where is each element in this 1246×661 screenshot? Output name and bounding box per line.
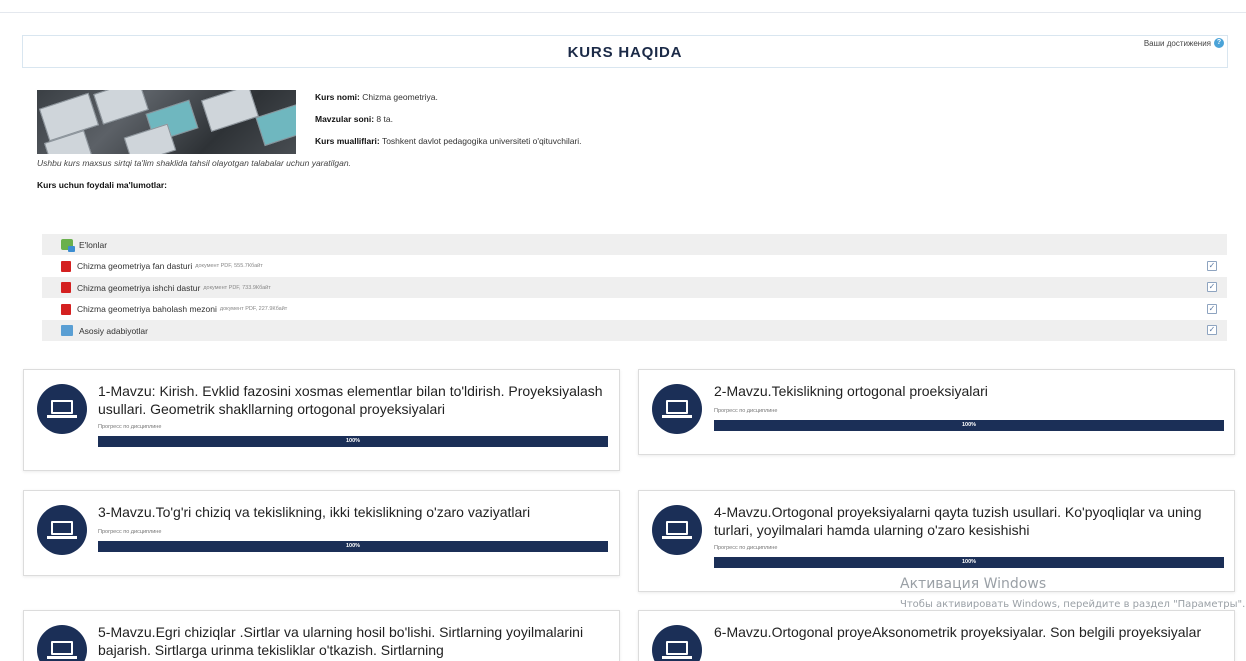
laptop-icon-badge xyxy=(37,505,87,555)
topic-title[interactable]: 1-Mavzu: Kirish. Evklid fazosini xosmas … xyxy=(98,382,613,418)
useful-info-title: Kurs uchun foydali ma'lumotlar: xyxy=(37,180,168,190)
resource-label[interactable]: Chizma geometriya ishchi dastur xyxy=(77,283,200,293)
course-header: KURS HAQIDA xyxy=(22,35,1228,68)
resource-fan-dasturi[interactable]: Chizma geometriya fan dasturi документ P… xyxy=(42,256,1227,277)
progress-label: Прогресс по дисциплине xyxy=(98,424,162,430)
authors-value: Toshkent davlot pedagogika universiteti … xyxy=(381,136,582,146)
topics-count-row: Mavzular soni: 8 ta. xyxy=(315,114,393,124)
resource-asosiy-adabiyotlar[interactable]: Asosiy adabiyotlar ✓ xyxy=(42,320,1227,341)
resource-meta: документ PDF, 555.7Кбайт xyxy=(195,263,263,269)
progress-label: Прогресс по дисциплине xyxy=(714,408,778,414)
topics-count-value: 8 ta. xyxy=(376,114,393,124)
authors-label: Kurs mualliflari: xyxy=(315,136,380,146)
course-image xyxy=(37,90,296,154)
forum-icon xyxy=(61,239,75,252)
page-title: KURS HAQIDA xyxy=(567,44,683,61)
laptop-icon xyxy=(51,521,73,535)
achievements-label[interactable]: Ваши достижения xyxy=(1144,39,1211,48)
completion-checkbox[interactable]: ✓ xyxy=(1207,325,1217,335)
completion-checkbox[interactable]: ✓ xyxy=(1207,260,1217,271)
topic-title[interactable]: 4-Mavzu.Ortogonal proyeksiyalarni qayta … xyxy=(714,503,1229,539)
topic-title[interactable]: 5-Mavzu.Egri chiziqlar .Sirtlar va ularn… xyxy=(98,623,613,659)
resource-label[interactable]: E'lonlar xyxy=(79,240,107,250)
windows-activation-title: Активация Windows xyxy=(900,576,1047,592)
course-name-label: Kurs nomi: xyxy=(315,92,360,102)
topic-card-5[interactable]: 5-Mavzu.Egri chiziqlar .Sirtlar va ularn… xyxy=(23,610,620,661)
progress-bar: 100% xyxy=(714,420,1224,431)
resource-ishchi-dastur[interactable]: Chizma geometriya ishchi dastur документ… xyxy=(42,277,1227,298)
course-name-row: Kurs nomi: Chizma geometriya. xyxy=(315,92,438,102)
progress-label: Прогресс по дисциплине xyxy=(98,529,162,535)
resource-label[interactable]: Asosiy adabiyotlar xyxy=(79,326,148,336)
resource-label[interactable]: Chizma geometriya baholash mezoni xyxy=(77,304,217,314)
achievements-link[interactable]: Ваши достижения ? xyxy=(1144,38,1224,48)
course-description: Ushbu kurs maxsus sirtqi ta'lim shaklida… xyxy=(37,158,351,168)
resource-list: E'lonlar Chizma geometriya fan dasturi д… xyxy=(42,234,1227,342)
laptop-icon-badge xyxy=(37,384,87,434)
laptop-icon-badge xyxy=(652,384,702,434)
resource-label[interactable]: Chizma geometriya fan dasturi xyxy=(77,261,192,271)
resource-announcements[interactable]: E'lonlar xyxy=(42,234,1227,255)
laptop-icon-badge xyxy=(37,625,87,661)
folder-icon xyxy=(61,325,73,336)
topic-card-1[interactable]: 1-Mavzu: Kirish. Evklid fazosini xosmas … xyxy=(23,369,620,471)
topics-count-label: Mavzular soni: xyxy=(315,114,375,124)
laptop-icon xyxy=(666,641,688,655)
progress-bar: 100% xyxy=(98,541,608,552)
progress-label: Прогресс по дисциплине xyxy=(714,545,778,551)
top-divider xyxy=(0,12,1246,13)
laptop-icon xyxy=(666,400,688,414)
authors-row: Kurs mualliflari: Toshkent davlot pedago… xyxy=(315,136,582,146)
resource-meta: документ PDF, 733.9Кбайт xyxy=(203,284,271,291)
progress-bar: 100% xyxy=(98,436,608,447)
laptop-icon xyxy=(51,400,73,414)
topic-title[interactable]: 3-Mavzu.To'g'ri chiziq va tekislikning, … xyxy=(98,503,613,521)
topic-title[interactable]: 6-Mavzu.Ortogonal proyeAksonometrik proy… xyxy=(714,623,1229,641)
topic-title[interactable]: 2-Mavzu.Tekislikning ortogonal proeksiya… xyxy=(714,382,1229,400)
windows-activation-text: Чтобы активировать Windows, перейдите в … xyxy=(900,599,1246,610)
laptop-icon xyxy=(666,521,688,535)
topic-card-2[interactable]: 2-Mavzu.Tekislikning ortogonal proeksiya… xyxy=(638,369,1235,455)
completion-checkbox[interactable]: ✓ xyxy=(1207,282,1217,292)
topic-card-3[interactable]: 3-Mavzu.To'g'ri chiziq va tekislikning, … xyxy=(23,490,620,576)
completion-checkbox[interactable]: ✓ xyxy=(1207,303,1217,314)
resource-baholash-mezoni[interactable]: Chizma geometriya baholash mezoni докуме… xyxy=(42,299,1227,320)
laptop-icon-badge xyxy=(652,625,702,661)
topic-card-6[interactable]: 6-Mavzu.Ortogonal proyeAksonometrik proy… xyxy=(638,610,1235,661)
pdf-icon xyxy=(61,260,71,272)
laptop-icon-badge xyxy=(652,505,702,555)
course-name-value: Chizma geometriya. xyxy=(362,92,438,102)
pdf-icon xyxy=(61,282,71,293)
laptop-icon xyxy=(51,641,73,655)
resource-meta: документ PDF, 227.9Кбайт xyxy=(219,306,288,312)
question-circle-icon[interactable]: ? xyxy=(1214,38,1224,48)
progress-bar: 100% xyxy=(714,557,1224,568)
pdf-icon xyxy=(61,303,71,315)
